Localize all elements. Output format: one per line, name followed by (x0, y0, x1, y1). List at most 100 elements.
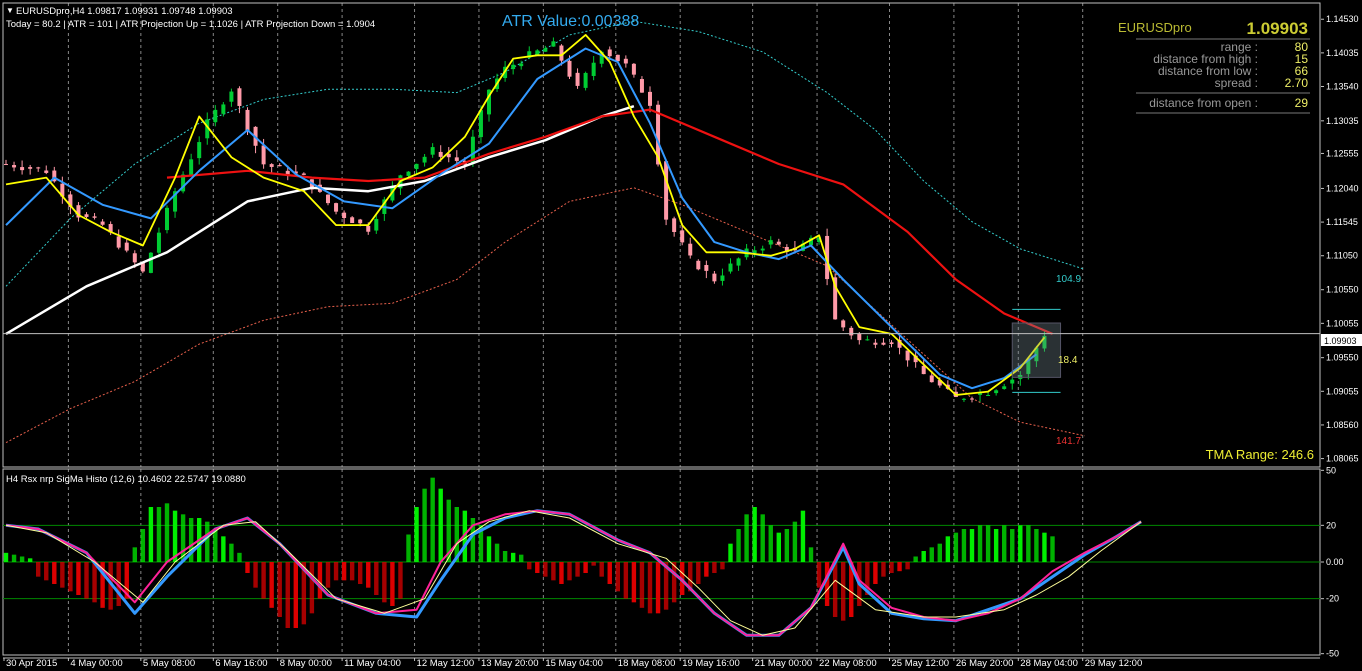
histogram-bar (776, 532, 781, 562)
histogram-bar (422, 488, 427, 562)
histogram-bar (1026, 525, 1031, 562)
candle-body (648, 91, 652, 106)
histogram-bar (535, 562, 540, 573)
symbol-header: EURUSDpro,H4 1.09817 1.09931 1.09748 1.0… (16, 6, 233, 17)
histogram-bar (816, 562, 822, 588)
candle-body (672, 218, 677, 233)
candle-body (358, 219, 363, 224)
trading-chart[interactable]: 1.14530 1.14035 1.13540 1.13035 1.12555 1.120… (0, 0, 1362, 671)
candle-body (197, 142, 202, 159)
candle-body (44, 170, 49, 173)
candle-body (543, 48, 548, 52)
histogram-bar (921, 551, 926, 562)
x-tick-label: 30 Apr 2015 (6, 658, 57, 669)
candle-body (20, 167, 25, 171)
histogram-bar (92, 562, 97, 603)
candle-body (664, 161, 669, 220)
panel-row-value: 2.70 (1285, 76, 1309, 90)
candle-body (736, 258, 741, 266)
x-tick-label: 4 May 00:00 (70, 658, 122, 669)
histogram-bar (937, 543, 942, 562)
candle-body (519, 63, 524, 67)
histogram-bar (712, 562, 717, 573)
candle-body (116, 236, 121, 248)
candle-body (261, 145, 266, 165)
histogram-bar (1034, 529, 1039, 562)
y-tick-label: -20 (1326, 594, 1339, 604)
histogram-bar (1002, 525, 1007, 562)
price-pane-frame (2, 2, 1321, 468)
price-pane[interactable]: 1.14530 1.14035 1.13540 1.13035 1.12555 1.120… (2, 2, 1359, 468)
candle-body (583, 72, 588, 88)
histogram-bar (913, 556, 918, 562)
x-tick-label: 21 May 00:00 (755, 658, 813, 669)
candle-body (374, 218, 379, 231)
candle-body (680, 230, 685, 243)
candle-body (768, 240, 773, 245)
histogram-bar (44, 562, 49, 581)
histogram-bar (736, 529, 741, 562)
candle-body (189, 159, 194, 176)
y-tick-label: 1.09550 (1326, 353, 1359, 363)
candle-body (704, 265, 709, 271)
candle-body (575, 72, 580, 86)
candle-body (132, 253, 137, 263)
y-tick-label: 1.12555 (1326, 148, 1359, 158)
candle-body (438, 151, 443, 157)
histogram-bar (873, 562, 878, 584)
histogram-bar (438, 488, 443, 562)
candle-body (422, 156, 427, 163)
histogram-bar (148, 507, 154, 562)
histogram-bar (237, 552, 242, 562)
x-tick-label: 19 May 16:00 (682, 658, 740, 669)
histogram-bar (430, 477, 435, 562)
y-tick-label: 1.12040 (1326, 183, 1359, 193)
candle-body (696, 260, 701, 270)
x-tick-label: 26 May 20:00 (956, 658, 1014, 669)
candle-body (165, 207, 169, 231)
x-tick-label: 18 May 08:00 (618, 658, 676, 669)
candle-body (849, 327, 854, 336)
histogram-bar (945, 536, 951, 562)
candle-body (84, 214, 89, 217)
candle-body (929, 375, 934, 383)
candle-body (873, 342, 878, 345)
candle-body (156, 232, 161, 253)
histogram-bar (905, 562, 910, 570)
indicator-pane[interactable]: 30 Apr 2015 4 May 00:00 5 May 08:00 6 May 1… (2, 465, 1344, 669)
histogram-bar (615, 562, 620, 592)
collapse-arrow-icon[interactable]: ▼ (6, 6, 14, 15)
y-tick-label: 1.09055 (1326, 386, 1359, 396)
histogram-bar (213, 529, 218, 562)
candle-body (567, 60, 572, 77)
histogram-bar (374, 562, 379, 595)
histogram-bar (551, 562, 556, 581)
histogram-bar (398, 562, 403, 599)
histogram-bar (559, 562, 564, 584)
candle-body (124, 242, 129, 251)
y-tick-label: 50 (1326, 465, 1336, 475)
histogram-bar (832, 562, 838, 617)
x-tick-label: 5 May 08:00 (143, 658, 195, 669)
candle-body (245, 109, 250, 131)
candle-body (615, 54, 620, 62)
middle-band-label: 18.4 (1058, 355, 1078, 366)
panel-symbol: EURUSDpro (1118, 20, 1192, 35)
candle-body (986, 394, 991, 396)
histogram-bar (406, 534, 411, 562)
histogram-bar (261, 562, 266, 599)
candle-body (607, 49, 612, 57)
histogram-bar (752, 507, 757, 562)
x-tick-label: 15 May 04:00 (545, 658, 603, 669)
candle-body (631, 63, 636, 75)
candle-body (551, 41, 556, 47)
candle-body (4, 164, 8, 166)
candle-body (752, 250, 757, 253)
histogram-bar (889, 562, 894, 573)
x-tick-label: 28 May 04:00 (1020, 658, 1078, 669)
candle-body (326, 194, 330, 204)
candle-body (342, 212, 347, 219)
x-tick-label: 11 May 04:00 (344, 658, 401, 669)
histogram-bar (655, 562, 661, 614)
histogram-bar (245, 562, 250, 573)
